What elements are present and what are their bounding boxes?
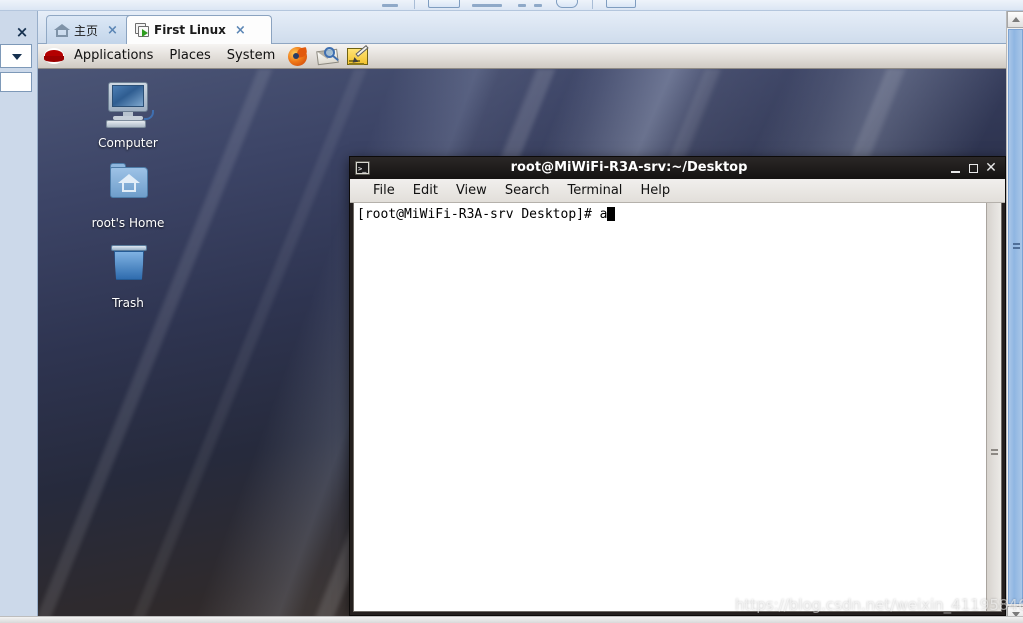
menu-applications[interactable]: Applications [66,44,161,68]
desktop-icon-root-home[interactable]: root's Home [80,162,176,231]
terminal-scrollbar[interactable] [986,203,1001,611]
desktop-icon-label: Computer [98,136,158,150]
menu-terminal[interactable]: Terminal [558,180,631,202]
menu-edit[interactable]: Edit [404,180,447,202]
chevron-down-icon [12,54,22,60]
desktop-icon-label: Trash [112,296,144,310]
page-scrollbar[interactable] [1006,11,1023,623]
terminal-prompt-line: [root@MiWiFi-R3A-srv Desktop]# a [357,207,986,223]
maximize-button[interactable] [964,159,982,177]
menu-system[interactable]: System [219,44,283,68]
desktop-icon-label: root's Home [91,216,165,230]
toolbar-glyph [518,4,526,7]
tab-home[interactable]: 主页 × [46,15,136,44]
computer-icon [100,82,156,132]
tab-label: 主页 [74,23,99,38]
scroll-up-button[interactable] [1007,11,1023,28]
scrollbar-grip [1013,243,1020,249]
tab-close-icon[interactable]: × [230,24,248,37]
sidebar-dropdown[interactable] [0,44,32,68]
terminal-body: [root@MiWiFi-R3A-srv Desktop]# a [353,203,1002,612]
toolbar-glyph [382,4,398,7]
virtual-machine-icon [134,22,150,38]
scrollbar-thumb[interactable] [1008,29,1023,604]
terminal-typed-text: a [599,207,608,222]
toolbar-separator [414,0,415,9]
menu-file[interactable]: File [364,180,404,202]
terminal-titlebar[interactable]: >_ root@MiWiFi-R3A-srv:~/Desktop ✕ [350,157,1005,179]
screen-root: × 主页 × First Linux × Applications Places [0,0,1023,623]
home-folder-icon [100,162,156,212]
sidebar-field[interactable] [0,72,32,92]
text-editor-icon[interactable] [346,44,370,67]
gnome-top-panel: Applications Places System [38,44,1023,69]
terminal-title: root@MiWiFi-R3A-srv:~/Desktop [510,160,748,175]
toolbar-button[interactable] [428,0,460,8]
menu-search[interactable]: Search [496,180,559,202]
minimize-button[interactable] [946,159,964,177]
evolution-mail-icon[interactable] [316,45,340,67]
terminal-icon: >_ [355,161,370,175]
menu-view[interactable]: View [447,180,496,202]
terminal-cursor [607,207,616,221]
menu-places[interactable]: Places [161,44,218,68]
browser-toolbar-strip [0,0,1023,11]
toolbar-separator [592,0,593,9]
terminal-menubar: File Edit View Search Terminal Help [350,179,1005,203]
menu-help[interactable]: Help [631,180,679,202]
toolbar-glyph [534,4,542,7]
desktop-icon-computer[interactable]: Computer [80,82,176,151]
sidebar-close-icon[interactable]: × [15,25,29,40]
trash-icon [100,242,156,292]
browser-sidebar: × [0,11,38,623]
firefox-icon[interactable] [286,45,310,67]
page-bottom-edge [0,616,1023,623]
terminal-window[interactable]: >_ root@MiWiFi-R3A-srv:~/Desktop ✕ File … [349,156,1006,616]
redhat-logo-icon[interactable] [44,46,64,66]
tab-label: First Linux [154,23,226,37]
desktop-icon-trash[interactable]: Trash [80,242,176,311]
terminal-prompt: [root@MiWiFi-R3A-srv Desktop]# [357,207,600,222]
tab-close-icon[interactable]: × [102,24,120,37]
tab-first-linux[interactable]: First Linux × [126,15,272,44]
terminal-screen[interactable]: [root@MiWiFi-R3A-srv Desktop]# a [354,203,986,611]
search-icon[interactable] [556,0,578,8]
toolbar-button[interactable] [606,0,636,8]
toolbar-glyph [472,4,502,7]
browser-tabbar: 主页 × First Linux × [38,11,1023,44]
home-icon [54,22,70,38]
close-button[interactable]: ✕ [982,159,1000,177]
scrollbar-grip [991,449,998,455]
